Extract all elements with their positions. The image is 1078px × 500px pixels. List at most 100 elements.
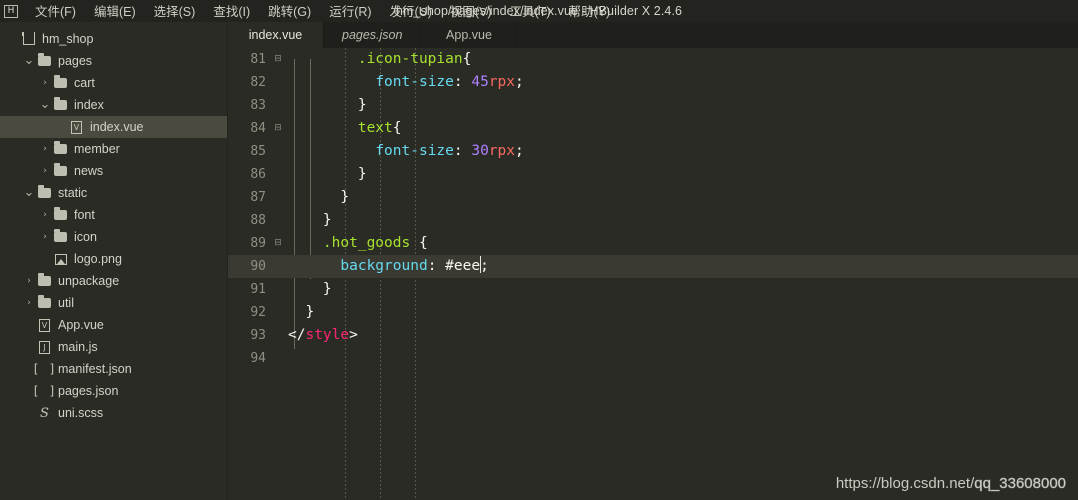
chevron-right-icon[interactable]: › — [38, 232, 52, 242]
code-line[interactable]: 86 } — [228, 163, 1078, 186]
code-text: .icon-tupian{ — [286, 48, 1078, 71]
hbuilderx-window: H 文件(F) 编辑(E) 选择(S) 查找(I) 跳转(G) 运行(R) 发行(U) 视图(… — [0, 0, 1078, 500]
code-editor[interactable]: 81 ⊟ .icon-tupian{82 font-size: 45rpx; 83 … — [228, 48, 1078, 500]
tree-item-pages[interactable]: ⌄ pages — [0, 50, 227, 72]
token-prop: font-size — [375, 74, 454, 90]
token-punc: </ — [288, 327, 306, 343]
tree-item-unpackage[interactable]: › unpackage — [0, 270, 227, 292]
menu-help[interactable]: 帮助(Y) — [560, 0, 620, 24]
js-file-icon: J — [36, 340, 53, 354]
token-prop: background — [340, 258, 428, 274]
tree-item-font[interactable]: › font — [0, 204, 227, 226]
code-line[interactable]: 91 } — [228, 278, 1078, 301]
code-line[interactable]: 85 font-size: 30rpx; — [228, 140, 1078, 163]
tree-item-label: static — [58, 186, 88, 200]
tree-item-manifest-json[interactable]: [ ] manifest.json — [0, 358, 227, 380]
line-number: 93 — [250, 328, 266, 343]
editor-tab-index-vue[interactable]: index.vue — [228, 22, 324, 48]
editor-tab-pages-json[interactable]: pages.json — [324, 22, 422, 48]
tree-item-app-vue[interactable]: V App.vue — [0, 314, 227, 336]
folder-icon — [36, 273, 53, 286]
editor-tab-app-vue[interactable]: App.vue — [421, 22, 518, 48]
code-text: } — [286, 163, 1078, 186]
tree-item-static[interactable]: ⌄ static — [0, 182, 227, 204]
tree-item-logo-png[interactable]: logo.png — [0, 248, 227, 270]
code-text: } — [286, 186, 1078, 209]
tree-item-cart[interactable]: › cart — [0, 72, 227, 94]
tree-item-label: main.js — [58, 340, 98, 354]
chevron-right-icon[interactable]: › — [22, 276, 36, 286]
code-line[interactable]: 94 — [228, 347, 1078, 370]
menu-select[interactable]: 选择(S) — [145, 0, 205, 24]
tree-item-pages-json[interactable]: [ ] pages.json — [0, 380, 227, 402]
chevron-down-icon[interactable]: ⌄ — [22, 54, 36, 67]
tree-item-label: font — [74, 208, 95, 222]
code-text: font-size: 30rpx; — [286, 140, 1078, 163]
menu-bar: 文件(F) 编辑(E) 选择(S) 查找(I) 跳转(G) 运行(R) 发行(U) 视图(V)… — [26, 0, 619, 24]
fold-toggle-icon[interactable]: ⊟ — [270, 232, 286, 255]
tree-item-member[interactable]: › member — [0, 138, 227, 160]
token-punc: ; — [515, 143, 524, 159]
token-tag: style — [305, 327, 350, 343]
tree-item-label: hm_shop — [42, 32, 94, 46]
chevron-down-icon[interactable]: ⌄ — [38, 98, 52, 111]
menu-publish[interactable]: 发行(U) — [381, 0, 441, 24]
code-text: background: #eee; — [286, 255, 1078, 278]
chevron-right-icon[interactable]: › — [38, 144, 52, 154]
chevron-right-icon[interactable]: › — [38, 210, 52, 220]
code-text: } — [286, 278, 1078, 301]
line-number: 90 — [250, 259, 266, 274]
line-number: 94 — [250, 351, 266, 366]
line-number: 85 — [250, 144, 266, 159]
code-line[interactable]: 84 ⊟ text{ — [228, 117, 1078, 140]
chevron-right-icon[interactable]: › — [22, 298, 36, 308]
line-number: 84 — [250, 121, 266, 136]
line-number: 82 — [250, 75, 266, 90]
tree-item-label: logo.png — [74, 252, 122, 266]
code-line[interactable]: 81 ⊟ .icon-tupian{ — [228, 48, 1078, 71]
tree-item-hm-shop[interactable]: hm_shop — [0, 28, 227, 50]
code-line[interactable]: 92 } — [228, 301, 1078, 324]
menu-tools[interactable]: 工具(T) — [501, 0, 560, 24]
tree-item-news[interactable]: › news — [0, 160, 227, 182]
project-file-tree[interactable]: hm_shop ⌄ pages › cart ⌄ index Vindex.vue › membe… — [0, 22, 228, 500]
line-number: 86 — [250, 167, 266, 182]
code-line[interactable]: 88 } — [228, 209, 1078, 232]
code-line[interactable]: 82 font-size: 45rpx; — [228, 71, 1078, 94]
token-prop: font-size — [375, 143, 454, 159]
tree-item-icon[interactable]: › icon — [0, 226, 227, 248]
code-line[interactable]: 87 } — [228, 186, 1078, 209]
line-number: 91 — [250, 282, 266, 297]
menu-goto[interactable]: 跳转(G) — [259, 0, 320, 24]
token-punc: { — [462, 51, 472, 67]
tree-item-label: pages.json — [58, 384, 119, 398]
fold-toggle-icon[interactable]: ⊟ — [270, 48, 286, 71]
chevron-right-icon[interactable]: › — [38, 166, 52, 176]
code-line[interactable]: 93 </style> — [228, 324, 1078, 347]
menu-find[interactable]: 查找(I) — [204, 0, 259, 24]
menu-view[interactable]: 视图(V) — [441, 0, 501, 24]
menu-edit[interactable]: 编辑(E) — [85, 0, 145, 24]
chevron-right-icon[interactable]: › — [38, 78, 52, 88]
editor-tab-bar[interactable]: index.vue pages.json App.vue — [228, 22, 1078, 48]
token-punc: : — [427, 258, 446, 274]
tree-item-main-js[interactable]: Jmain.js — [0, 336, 227, 358]
code-line-active[interactable]: 90 background: #eee; — [228, 255, 1078, 278]
vue-file-icon: V — [68, 120, 85, 134]
code-line[interactable]: 83 } — [228, 94, 1078, 117]
chevron-down-icon[interactable]: ⌄ — [22, 186, 36, 199]
menu-run[interactable]: 运行(R) — [320, 0, 380, 24]
menu-file[interactable]: 文件(F) — [26, 0, 85, 24]
line-number: 88 — [250, 213, 266, 228]
fold-toggle-icon[interactable]: ⊟ — [270, 117, 286, 140]
tree-item-label: pages — [58, 54, 93, 68]
token-num: 45 — [471, 74, 489, 90]
tree-item-util[interactable]: › util — [0, 292, 227, 314]
token-punc: } — [305, 304, 315, 320]
code-line[interactable]: 89 ⊟ .hot_goods { — [228, 232, 1078, 255]
tree-item-index[interactable]: ⌄ index — [0, 94, 227, 116]
tree-item-uni-scss[interactable]: Suni.scss — [0, 402, 227, 424]
tree-item-index-vue[interactable]: Vindex.vue — [0, 116, 227, 138]
token-punc: { — [392, 120, 402, 136]
json-file-icon: [ ] — [32, 362, 57, 376]
